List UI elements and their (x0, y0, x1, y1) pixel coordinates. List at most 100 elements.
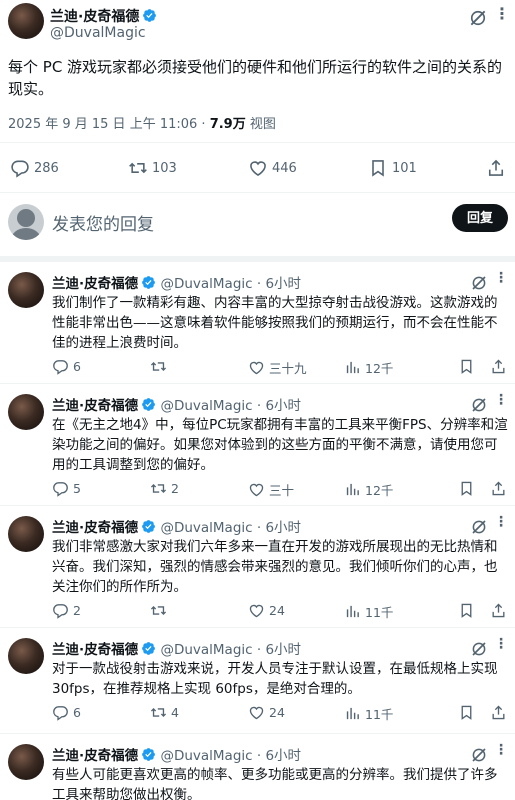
like-button[interactable]: 24 (248, 602, 285, 619)
more-icon[interactable]: ⋮ (494, 636, 508, 652)
post-meta: 2025 年 9 月 15 日 上午 11:06 · 7.9万 视图 (8, 113, 276, 132)
share-icon (490, 704, 507, 721)
like-button[interactable]: 三十九 (248, 358, 307, 377)
share-button[interactable] (490, 602, 511, 619)
repost-button[interactable]: 4 (150, 704, 179, 721)
views-icon (344, 603, 361, 620)
reply-input[interactable]: 发表您的回复 (52, 210, 154, 235)
more-icon[interactable]: ⋮ (494, 4, 510, 23)
like-button[interactable]: 446 (248, 158, 297, 178)
author-name-row[interactable]: 兰迪·皮奇福德 (50, 6, 157, 26)
reply-avatar[interactable] (8, 272, 44, 308)
more-icon[interactable]: ⋮ (494, 514, 508, 530)
divider (0, 142, 515, 143)
grok-icon[interactable] (470, 746, 488, 764)
reply-item[interactable]: 兰迪·皮奇福德 @DuvalMagic · 6小时 ⋮ 有些人可能更喜欢更高的帧… (0, 734, 515, 800)
reply-author-name[interactable]: 兰迪·皮奇福德 (52, 642, 138, 658)
bookmark-button[interactable] (458, 480, 479, 497)
reply-header: 兰迪·皮奇福德 @DuvalMagic · 6小时 (52, 272, 301, 292)
reply-handle-time[interactable]: @DuvalMagic · 6小时 (160, 398, 301, 414)
repost-icon (150, 480, 167, 497)
reply-avatar[interactable] (8, 638, 44, 674)
bookmark-button[interactable]: 101 (368, 158, 417, 178)
reply-author-name[interactable]: 兰迪·皮奇福德 (52, 520, 138, 536)
reply-avatar[interactable] (8, 744, 44, 780)
repost-count: 4 (171, 705, 179, 720)
reply-author-name[interactable]: 兰迪·皮奇福德 (52, 398, 138, 414)
views-count: 7.9万 (209, 117, 246, 132)
reply-button[interactable]: 2 (52, 602, 81, 619)
reply-icon (10, 158, 30, 178)
bookmark-button[interactable] (458, 602, 479, 619)
views-button[interactable]: 12千 (344, 358, 393, 377)
reply-count: 6 (73, 359, 81, 374)
like-icon (248, 704, 265, 721)
views-button[interactable]: 11千 (344, 602, 393, 621)
repost-button[interactable]: 103 (128, 158, 177, 178)
repost-button[interactable]: 2 (150, 480, 179, 497)
author-avatar[interactable] (8, 3, 44, 39)
bookmark-button[interactable] (458, 704, 479, 721)
reply-count: 286 (34, 160, 59, 176)
bookmark-button[interactable] (458, 358, 479, 375)
reply-submit-button[interactable]: 回复 (452, 204, 508, 232)
reply-button[interactable]: 6 (52, 358, 81, 375)
reply-handle-time[interactable]: @DuvalMagic · 6小时 (160, 520, 301, 536)
views-count: 12千 (365, 483, 394, 498)
more-icon[interactable]: ⋮ (494, 270, 508, 286)
reply-header: 兰迪·皮奇福德 @DuvalMagic · 6小时 (52, 744, 301, 764)
reply-item[interactable]: 兰迪·皮奇福德 @DuvalMagic · 6小时 ⋮ 我们制作了一款精彩有趣、… (0, 262, 515, 384)
grok-icon[interactable] (470, 518, 488, 536)
like-button[interactable]: 24 (248, 704, 285, 721)
reply-author-name[interactable]: 兰迪·皮奇福德 (52, 748, 138, 764)
grok-icon[interactable] (468, 8, 488, 28)
reply-header: 兰迪·皮奇福德 @DuvalMagic · 6小时 (52, 394, 301, 414)
reply-button[interactable]: 5 (52, 480, 81, 497)
like-button[interactable]: 三十 (248, 480, 294, 499)
like-icon (248, 481, 265, 498)
author-name[interactable]: 兰迪·皮奇福德 (50, 9, 139, 25)
verified-badge-icon (141, 747, 156, 762)
like-count: 24 (269, 705, 285, 720)
repost-icon (128, 158, 148, 178)
repost-button[interactable] (150, 358, 171, 375)
share-button[interactable] (490, 358, 511, 375)
author-handle[interactable]: @DuvalMagic (50, 25, 146, 41)
reply-avatar[interactable] (8, 516, 44, 552)
share-button[interactable] (486, 158, 510, 178)
like-count: 三十 (269, 483, 295, 498)
reply-header: 兰迪·皮奇福德 @DuvalMagic · 6小时 (52, 516, 301, 536)
share-icon (486, 158, 506, 178)
reply-item[interactable]: 兰迪·皮奇福德 @DuvalMagic · 6小时 ⋮ 对于一款战役射击游戏来说… (0, 628, 515, 734)
reply-button[interactable]: 286 (10, 158, 59, 178)
reply-text: 有些人可能更喜欢更高的帧率、更多功能或更高的分辨率。我们提供了许多工具来帮助您做… (52, 767, 498, 800)
share-button[interactable] (490, 704, 511, 721)
reply-button[interactable]: 6 (52, 704, 81, 721)
reply-item[interactable]: 兰迪·皮奇福德 @DuvalMagic · 6小时 ⋮ 在《无主之地4》中，每位… (0, 384, 515, 506)
views-button[interactable]: 11千 (344, 704, 393, 723)
grok-icon[interactable] (470, 274, 488, 292)
verified-badge-icon (141, 519, 156, 534)
share-button[interactable] (490, 480, 511, 497)
reply-handle-time[interactable]: @DuvalMagic · 6小时 (160, 276, 301, 292)
reply-icon (52, 602, 69, 619)
reply-actions: 2 24 11千 (52, 602, 508, 622)
grok-icon[interactable] (470, 640, 488, 658)
grok-icon[interactable] (470, 396, 488, 414)
verified-badge-icon (142, 8, 157, 23)
post-timestamp[interactable]: 2025 年 9 月 15 日 上午 11:06 · (8, 117, 210, 132)
reply-avatar[interactable] (8, 394, 44, 430)
like-count: 24 (269, 603, 285, 618)
reply-count: 6 (73, 705, 81, 720)
more-icon[interactable]: ⋮ (494, 742, 508, 758)
reply-handle-time[interactable]: @DuvalMagic · 6小时 (160, 748, 301, 764)
repost-button[interactable] (150, 602, 171, 619)
reply-text: 我们制作了一款精彩有趣、内容丰富的大型掠夺射击战役游戏。这款游戏的性能非常出色—… (52, 295, 498, 351)
reply-handle-time[interactable]: @DuvalMagic · 6小时 (160, 642, 301, 658)
more-icon[interactable]: ⋮ (494, 392, 508, 408)
views-icon (344, 359, 361, 376)
views-button[interactable]: 12千 (344, 480, 393, 499)
repost-icon (150, 602, 167, 619)
reply-author-name[interactable]: 兰迪·皮奇福德 (52, 276, 138, 292)
reply-item[interactable]: 兰迪·皮奇福德 @DuvalMagic · 6小时 ⋮ 我们非常感激大家对我们六… (0, 506, 515, 628)
